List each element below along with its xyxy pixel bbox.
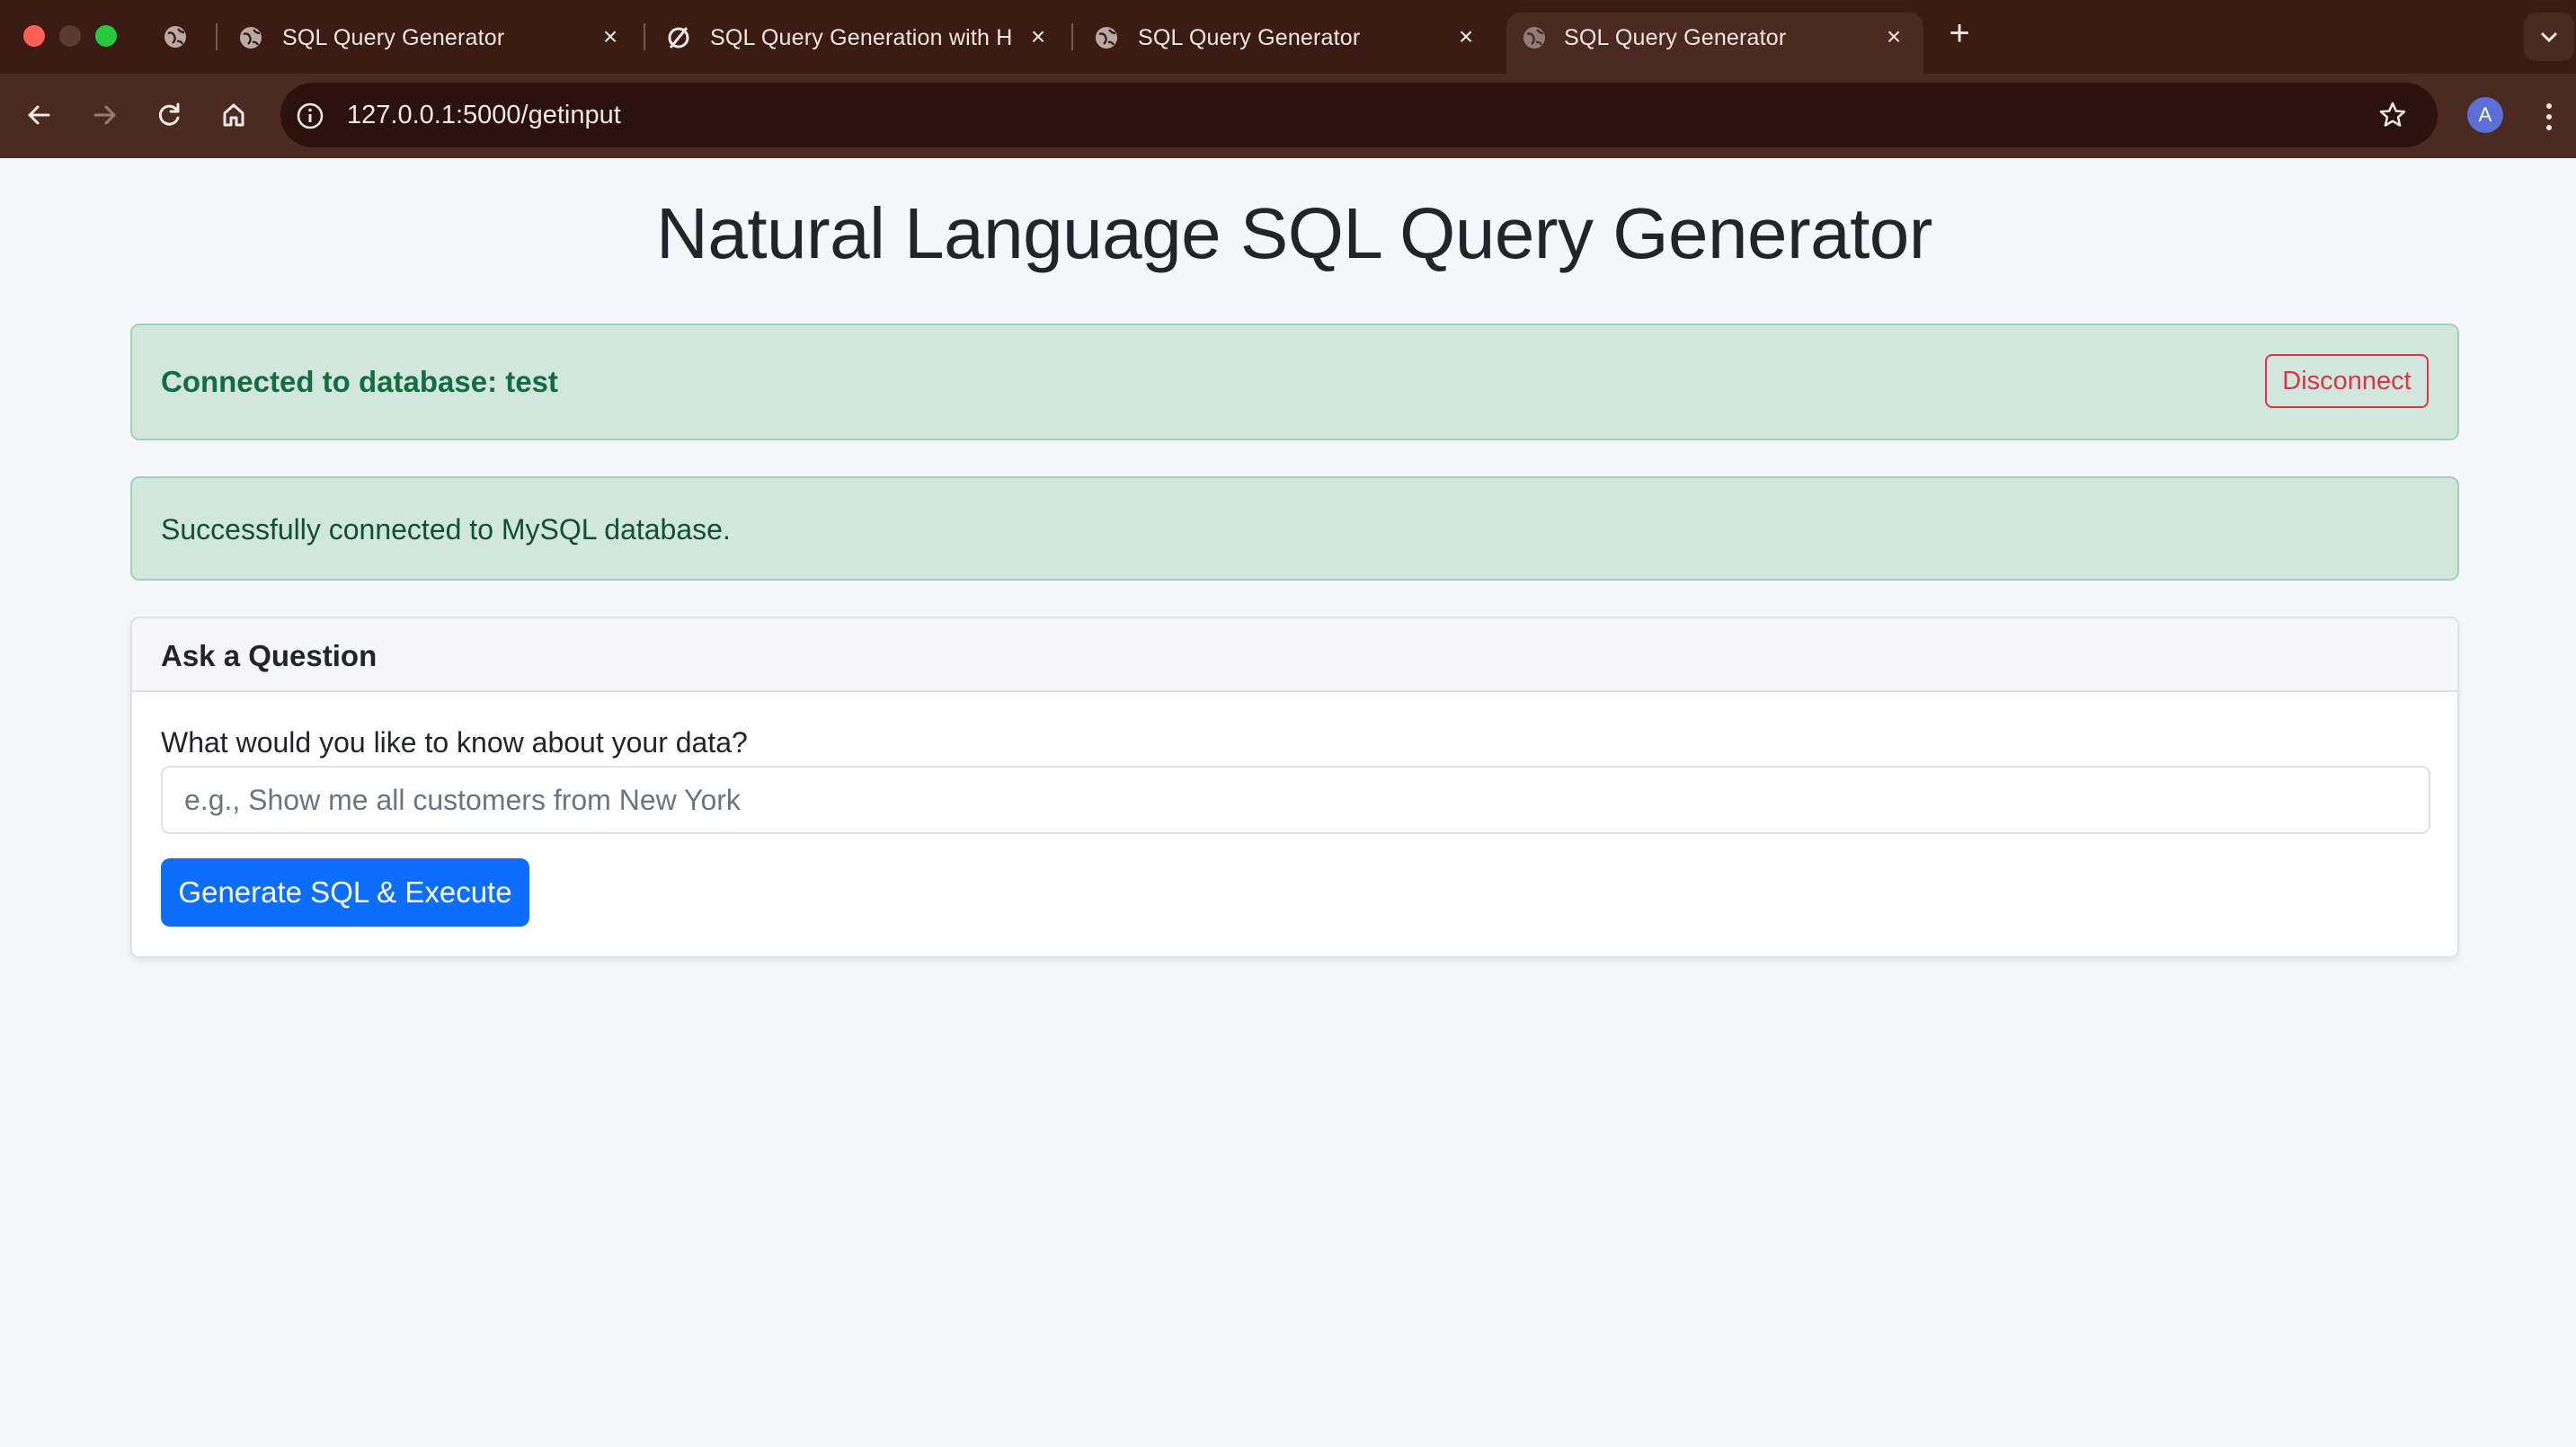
browser-tab-bar: SQL Query Generator × SQL Query Generati… — [0, 0, 2576, 74]
tab-close-icon[interactable]: × — [1025, 23, 1052, 50]
globe-icon — [1523, 27, 1545, 49]
profile-avatar[interactable]: A — [2467, 97, 2503, 133]
forward-arrow-icon[interactable] — [84, 95, 124, 135]
tab-sql-query-generator-active[interactable]: SQL Query Generator × — [1506, 13, 1923, 74]
tab-title: SQL Query Generation with H — [710, 25, 1011, 50]
globe-icon — [240, 27, 262, 49]
tab-title: SQL Query Generator — [1138, 25, 1361, 50]
tab-sql-query-generation[interactable]: SQL Query Generation with H × — [665, 13, 1061, 74]
back-arrow-icon[interactable] — [20, 95, 59, 135]
openai-logo-icon — [668, 27, 689, 49]
address-bar[interactable]: 127.0.0.1:5000/getinput — [280, 83, 2438, 147]
reload-icon[interactable] — [149, 95, 189, 135]
connection-status-label: Connected to database: test — [161, 365, 558, 398]
card-header: Ask a Question — [132, 618, 2457, 692]
home-icon[interactable] — [214, 95, 253, 135]
question-input[interactable] — [161, 766, 2430, 834]
page-title: Natural Language SQL Query Generator — [656, 193, 1932, 273]
tab-search-button[interactable] — [2524, 13, 2574, 61]
bookmark-star-icon[interactable] — [2376, 99, 2409, 131]
new-tab-button[interactable]: + — [1943, 15, 1976, 51]
tab-title: SQL Query Generator — [1564, 25, 1787, 50]
tab-close-icon[interactable]: × — [1452, 23, 1479, 50]
browser-toolbar: 127.0.0.1:5000/getinput A — [0, 74, 2576, 158]
window-minimize-button[interactable] — [59, 25, 81, 47]
window-close-button[interactable] — [23, 25, 45, 47]
window-maximize-button[interactable] — [95, 25, 117, 47]
tab-separator — [644, 23, 645, 50]
site-info-icon[interactable] — [295, 101, 325, 131]
tab-separator — [1071, 23, 1073, 50]
tab-close-icon[interactable]: × — [597, 23, 624, 50]
chevron-down-icon — [2540, 31, 2558, 43]
success-flash-alert: Successfully connected to MySQL database… — [130, 476, 2459, 581]
page-content: Natural Language SQL Query Generator Con… — [0, 158, 2576, 1447]
globe-icon — [1096, 27, 1117, 49]
url-text: 127.0.0.1:5000/getinput — [347, 101, 621, 129]
tab-sql-query-generator-1[interactable]: SQL Query Generator × — [237, 13, 633, 74]
tab-sql-query-generator-2[interactable]: SQL Query Generator × — [1093, 13, 1488, 74]
question-field-label: What would you like to know about your d… — [161, 726, 748, 759]
ask-question-card: Ask a Question What would you like to kn… — [130, 617, 2459, 958]
connection-status-alert: Connected to database: test Disconnect — [130, 324, 2459, 440]
flash-message: Successfully connected to MySQL database… — [161, 513, 731, 546]
tab-separator — [216, 23, 218, 50]
tab-search-globe-icon[interactable] — [162, 23, 189, 50]
more-options-icon[interactable] — [2533, 97, 2565, 137]
tab-close-icon[interactable]: × — [1880, 23, 1907, 50]
tab-title: SQL Query Generator — [282, 25, 505, 50]
card-title: Ask a Question — [161, 639, 378, 672]
disconnect-button[interactable]: Disconnect — [2265, 354, 2429, 408]
generate-sql-button[interactable]: Generate SQL & Execute — [161, 858, 529, 927]
